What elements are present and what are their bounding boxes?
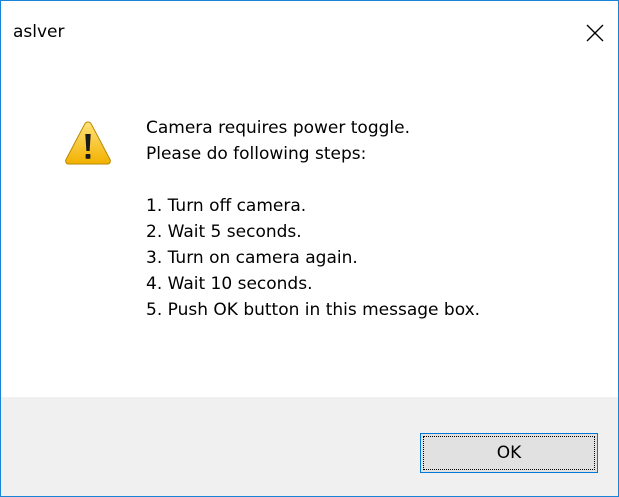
ok-button[interactable]: OK	[420, 433, 598, 473]
message-line: Camera requires power toggle.	[146, 118, 410, 138]
message-text: Camera requires power toggle. Please do …	[146, 115, 480, 323]
close-button[interactable]	[572, 1, 618, 64]
title-bar[interactable]: aslver	[1, 1, 618, 64]
button-bar: OK	[1, 397, 618, 496]
step-line: 2. Wait 5 seconds.	[146, 222, 302, 242]
window-title: aslver	[13, 22, 65, 42]
ok-button-label: OK	[423, 436, 595, 470]
close-icon	[586, 24, 604, 41]
step-line: 4. Wait 10 seconds.	[146, 274, 313, 294]
step-line: 5. Push OK button in this message box.	[146, 300, 481, 320]
message-content-area: Camera requires power toggle. Please do …	[1, 64, 618, 397]
warning-icon	[65, 121, 111, 165]
step-line: 1. Turn off camera.	[146, 196, 307, 216]
message-line: Please do following steps:	[146, 144, 367, 164]
step-line: 3. Turn on camera again.	[146, 248, 358, 268]
message-box-window: aslver Camera requires power toggle. Ple…	[0, 0, 619, 497]
message-spacer	[146, 167, 480, 193]
